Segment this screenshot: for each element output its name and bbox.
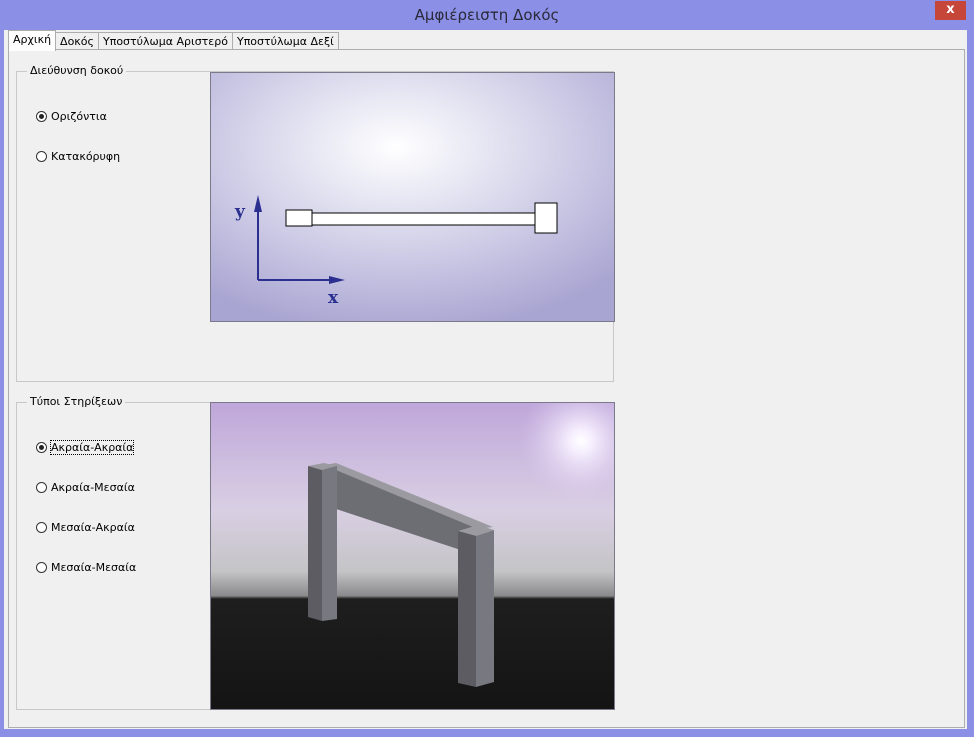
support-types-legend: Τύποι Στηρίξεων [27,395,126,409]
tab-home[interactable]: Αρχική [8,30,57,51]
radio-vertical-circle[interactable] [36,151,47,162]
radio-middle-end-label: Μεσαία-Ακραία [51,521,135,534]
right-support-shape [534,202,558,234]
window-client: Αρχική Δοκός Υποστύλωμα Αριστερό Υποστύλ… [4,30,967,729]
beam-shape [306,212,538,226]
y-axis-label: y [234,202,246,222]
diagram-background [211,73,614,321]
radio-end-middle-circle[interactable] [36,482,47,493]
beam-direction-diagram: y x [210,72,615,322]
radio-end-end[interactable]: Ακραία-Ακραία [36,440,135,455]
right-column-side [476,530,494,687]
support-types-group: Τύποι Στηρίξεων Ακραία-Ακραία Ακραία-Μεσ… [16,395,615,710]
right-column-front [458,531,476,687]
close-icon: x [946,2,955,17]
radio-middle-middle[interactable]: Μεσαία-Μεσαία [36,561,136,574]
radio-horizontal[interactable]: Οριζόντια [36,110,107,123]
tab-left-column[interactable]: Υποστύλωμα Αριστερό [97,32,233,50]
radio-middle-middle-circle[interactable] [36,562,47,573]
radio-end-middle[interactable]: Ακραία-Μεσαία [36,481,135,494]
radio-vertical-label: Κατακόρυφη [51,150,121,163]
tab-right-column[interactable]: Υποστύλωμα Δεξί [231,32,339,50]
x-axis-label: x [328,288,339,308]
left-column-side [322,466,337,621]
left-column-front [308,466,322,621]
radio-end-middle-label: Ακραία-Μεσαία [51,481,135,494]
beam-direction-svg: y x [211,73,614,321]
radio-middle-end-circle[interactable] [36,522,47,533]
close-button[interactable]: x [935,1,966,20]
radio-middle-middle-label: Μεσαία-Μεσαία [51,561,137,574]
title-bar: Αμφιέρειστη Δοκός x [0,0,974,30]
beam-direction-group: Διεύθυνση δοκού Οριζόντια Κατακόρυφη y x [16,64,615,382]
frame-3d-svg [211,403,614,709]
support-types-diagram [210,402,615,710]
radio-middle-end[interactable]: Μεσαία-Ακραία [36,521,135,534]
radio-end-end-circle[interactable] [36,442,47,453]
beam-direction-legend: Διεύθυνση δοκού [27,64,127,78]
radio-end-end-label: Ακραία-Ακραία [49,440,135,455]
tab-beam[interactable]: Δοκός [55,32,99,50]
tab-panel-home: Διεύθυνση δοκού Οριζόντια Κατακόρυφη y x… [8,49,965,728]
radio-vertical[interactable]: Κατακόρυφη [36,150,120,163]
window-title: Αμφιέρειστη Δοκός [414,6,560,24]
radio-horizontal-label: Οριζόντια [51,110,107,123]
tab-strip: Αρχική Δοκός Υποστύλωμα Αριστερό Υποστύλ… [8,30,339,51]
radio-horizontal-circle[interactable] [36,111,47,122]
left-support-shape [285,209,313,227]
